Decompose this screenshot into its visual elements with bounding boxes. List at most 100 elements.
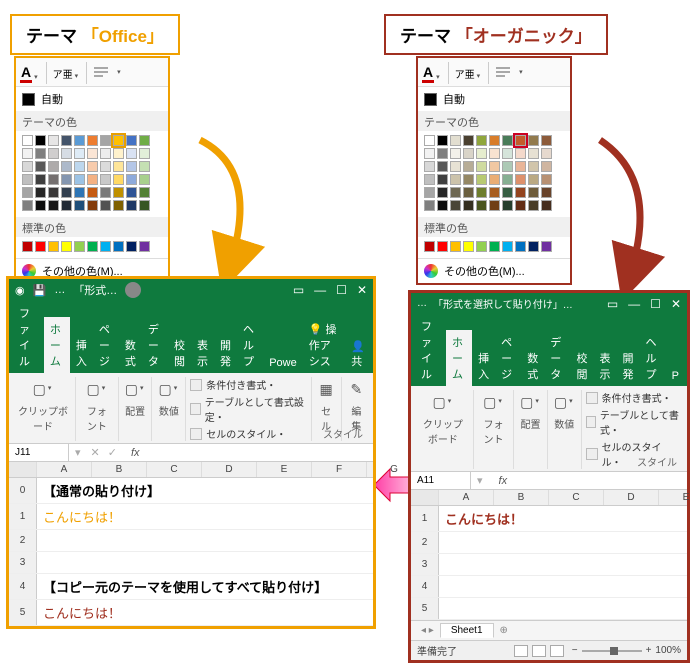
ribbon-tab[interactable]: 挿入 [70,333,93,373]
color-swatch[interactable] [476,161,487,172]
ribbon-tab[interactable]: 数式 [119,333,142,373]
name-box[interactable]: A11 [411,472,471,489]
color-swatch[interactable] [100,174,111,185]
color-swatch[interactable] [502,241,513,252]
view-break[interactable] [550,645,564,657]
color-swatch[interactable] [74,241,85,252]
column-header[interactable]: E [659,490,700,505]
color-swatch[interactable] [424,187,435,198]
color-swatch[interactable] [61,200,72,211]
name-box[interactable]: J11 [9,444,69,461]
column-header[interactable]: B [494,490,549,505]
ribbon-tab[interactable]: ファイル [13,301,44,373]
color-swatch[interactable] [489,200,500,211]
color-swatch[interactable] [113,187,124,198]
color-swatch[interactable] [139,241,150,252]
ribbon-group[interactable]: ▢▾配置 [514,390,548,469]
color-swatch[interactable] [74,148,85,159]
color-swatch[interactable] [87,161,98,172]
color-swatch[interactable] [113,174,124,185]
color-swatch[interactable] [450,174,461,185]
share-button[interactable]: 👤 共 [345,336,371,373]
color-swatch[interactable] [22,241,33,252]
ribbon-group[interactable]: ▢▾クリップボード [11,377,76,441]
color-swatch[interactable] [476,148,487,159]
color-swatch[interactable] [61,135,72,146]
format-as-table-button[interactable]: テーブルとして書式・ [586,407,681,437]
minimize-icon[interactable]: — [628,297,640,311]
color-swatch[interactable] [476,241,487,252]
color-swatch[interactable] [437,135,448,146]
color-swatch[interactable] [100,200,111,211]
color-swatch[interactable] [502,200,513,211]
color-swatch[interactable] [126,187,137,198]
color-swatch[interactable] [100,187,111,198]
color-swatch[interactable] [87,200,98,211]
ribbon-tab[interactable]: データ [142,317,168,373]
color-swatch[interactable] [48,148,59,159]
auto-color-row[interactable]: 自動 [418,87,570,111]
ruby-button[interactable]: ア亜▾ [53,64,81,83]
ribbon-tab[interactable]: 表示 [191,333,214,373]
color-swatch[interactable] [437,161,448,172]
color-swatch[interactable] [515,187,526,198]
color-swatch[interactable] [450,135,461,146]
color-swatch[interactable] [139,174,150,185]
ribbon-tab[interactable]: 校閲 [570,346,593,386]
color-swatch[interactable] [48,187,59,198]
color-swatch[interactable] [74,200,85,211]
ribbon-tab[interactable]: 開発 [616,346,639,386]
color-swatch[interactable] [528,187,539,198]
ribbon-tab[interactable]: 校閲 [168,333,191,373]
color-swatch[interactable] [437,241,448,252]
color-swatch[interactable] [74,161,85,172]
ribbon-group[interactable]: ▢▾フォント [474,390,514,469]
ribbon-tab[interactable]: 開発 [214,333,237,373]
color-swatch[interactable] [528,174,539,185]
color-swatch[interactable] [528,135,539,146]
ribbon-tab[interactable]: データ [544,330,570,386]
ribbon-group[interactable]: ▢▾数値 [152,377,186,441]
ruby-button[interactable]: ア亜▾ [455,64,483,83]
maximize-icon[interactable]: ☐ [650,297,661,311]
view-normal[interactable] [514,645,528,657]
more-colors-row[interactable]: その他の色(M)... [418,258,570,283]
cell-styles-button[interactable]: セルのスタイル・ [190,426,306,441]
color-swatch[interactable] [74,174,85,185]
color-swatch[interactable] [541,200,552,211]
color-swatch[interactable] [139,187,150,198]
ribbon-tab[interactable]: ヘルプ [237,317,263,373]
color-swatch[interactable] [35,241,46,252]
color-swatch[interactable] [450,148,461,159]
color-swatch[interactable] [528,241,539,252]
color-swatch[interactable] [61,174,72,185]
color-swatch[interactable] [35,187,46,198]
color-swatch[interactable] [515,200,526,211]
column-header[interactable]: B [92,462,147,477]
ribbon-tab[interactable]: P [666,366,685,386]
color-swatch[interactable] [424,161,435,172]
color-swatch[interactable] [22,135,33,146]
color-swatch[interactable] [126,174,137,185]
color-swatch[interactable] [424,148,435,159]
color-swatch[interactable] [541,174,552,185]
color-swatch[interactable] [489,241,500,252]
color-swatch[interactable] [437,200,448,211]
color-swatch[interactable] [437,148,448,159]
color-swatch[interactable] [463,174,474,185]
color-swatch[interactable] [437,174,448,185]
color-swatch[interactable] [502,135,513,146]
color-swatch[interactable] [515,148,526,159]
cell-hello[interactable]: こんにちは！ [439,506,687,531]
color-swatch[interactable] [541,135,552,146]
color-swatch[interactable] [463,135,474,146]
color-swatch[interactable] [450,161,461,172]
color-swatch[interactable] [502,187,513,198]
color-swatch[interactable] [139,200,150,211]
color-swatch[interactable] [74,187,85,198]
color-swatch[interactable] [61,148,72,159]
font-color-button[interactable]: A▾ [20,64,40,83]
color-swatch[interactable] [35,174,46,185]
ribbon-group[interactable]: ▢▾クリップボード [413,390,474,469]
ribbon-tab[interactable]: ページ [93,317,119,373]
